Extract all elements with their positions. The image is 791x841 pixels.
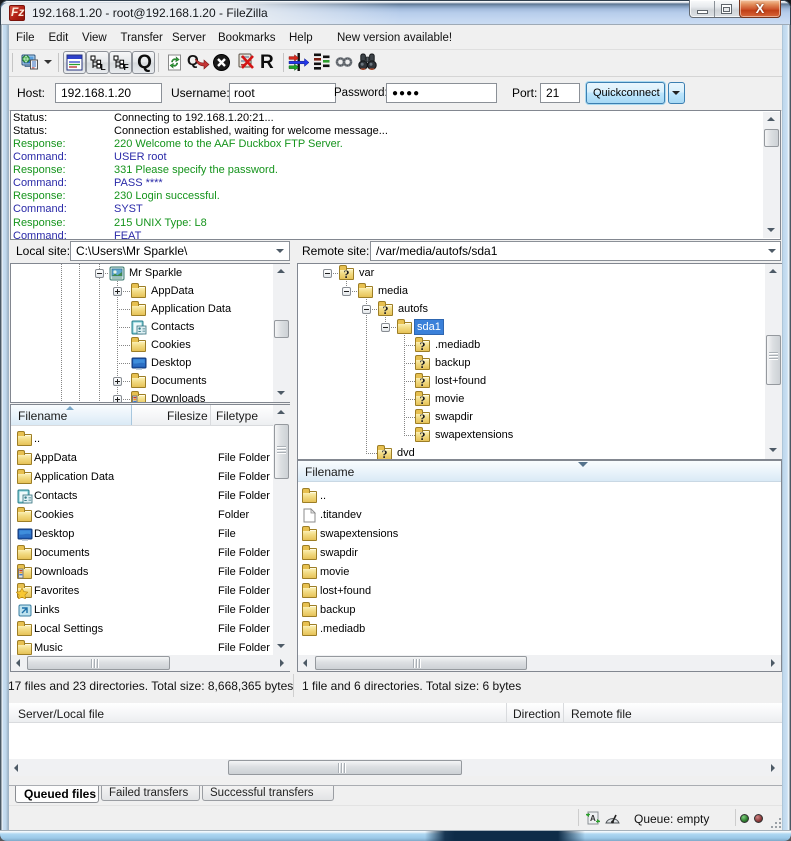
svg-text:F: F [124,62,129,71]
svg-text:L: L [101,62,106,71]
svg-text:A: A [590,814,596,823]
